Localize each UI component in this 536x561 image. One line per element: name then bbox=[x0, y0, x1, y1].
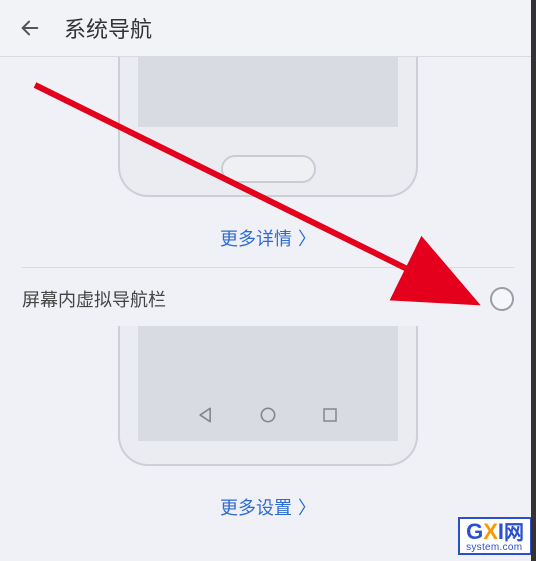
section-gesture: 更多详情〉 bbox=[0, 57, 536, 267]
header-bar: 系统导航 bbox=[0, 0, 536, 56]
more-details-link[interactable]: 更多详情〉 bbox=[0, 215, 536, 267]
chevron-right-icon: 〉 bbox=[298, 498, 316, 518]
more-settings-link[interactable]: 更多设置〉 bbox=[0, 484, 536, 536]
nav-home-icon bbox=[257, 404, 279, 426]
chevron-right-icon: 〉 bbox=[298, 229, 316, 249]
virtual-nav-radio[interactable] bbox=[490, 287, 514, 311]
phone-preview-gesture bbox=[118, 57, 418, 197]
gesture-pill-icon bbox=[221, 155, 316, 183]
back-arrow-icon[interactable] bbox=[16, 14, 44, 42]
nav-recent-icon bbox=[319, 404, 341, 426]
preview-screen-area bbox=[138, 57, 398, 127]
virtual-nav-label: 屏幕内虚拟导航栏 bbox=[22, 286, 166, 312]
more-settings-label: 更多设置 bbox=[220, 498, 292, 518]
page-title: 系统导航 bbox=[64, 12, 152, 44]
watermark-badge: GXI网 system.com bbox=[458, 517, 532, 555]
watermark-logo: GXI网 bbox=[466, 521, 524, 543]
preview-navbar-area bbox=[138, 326, 398, 441]
nav-back-icon bbox=[195, 404, 217, 426]
right-edge-shadow bbox=[531, 0, 536, 561]
watermark-url: system.com bbox=[466, 543, 524, 553]
more-details-label: 更多详情 bbox=[220, 229, 292, 249]
virtual-nav-row[interactable]: 屏幕内虚拟导航栏 bbox=[0, 268, 536, 326]
phone-preview-virtual bbox=[118, 326, 418, 466]
section-virtual-nav: 更多设置〉 bbox=[0, 326, 536, 536]
